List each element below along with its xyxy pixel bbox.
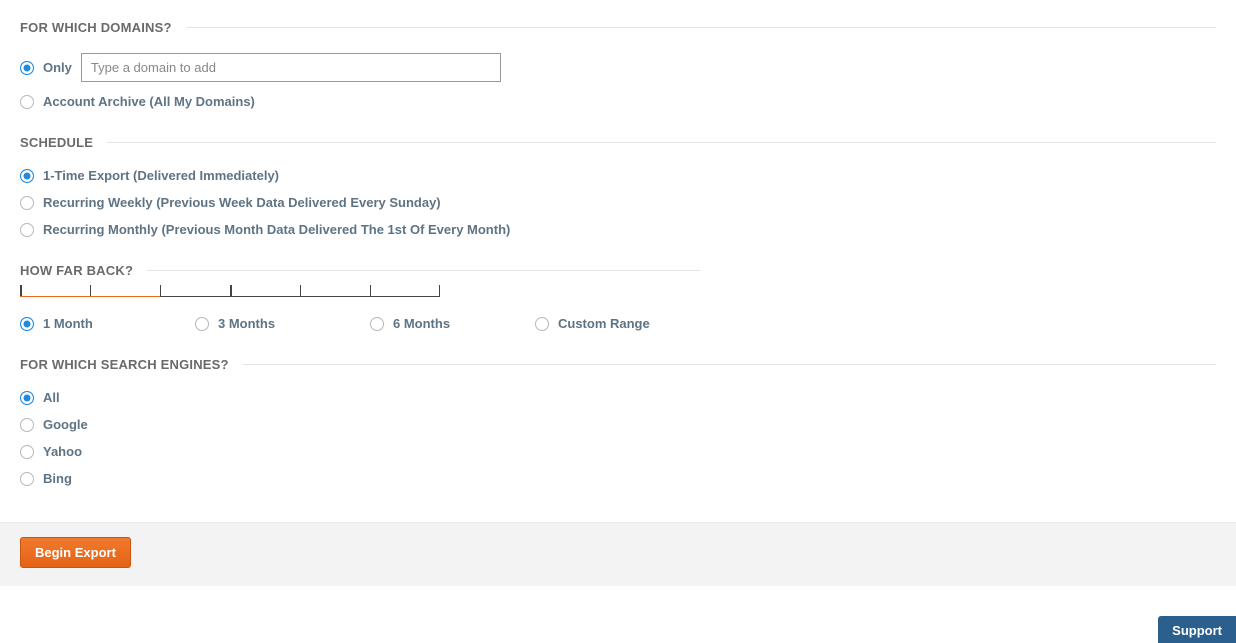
radio-google[interactable] bbox=[20, 418, 34, 432]
radio-custom[interactable] bbox=[535, 317, 549, 331]
radio-yahoo[interactable] bbox=[20, 445, 34, 459]
schedule-monthly-row: Recurring Monthly (Previous Month Data D… bbox=[20, 216, 1216, 243]
howfar-section: HOW FAR BACK? 1 Month 3 Months bbox=[20, 263, 700, 337]
begin-export-button[interactable]: Begin Export bbox=[20, 537, 131, 568]
howfar-legend: HOW FAR BACK? bbox=[20, 263, 147, 278]
radio-3months[interactable] bbox=[195, 317, 209, 331]
label-google[interactable]: Google bbox=[43, 417, 88, 432]
domains-legend: FOR WHICH DOMAINS? bbox=[20, 20, 186, 35]
label-onetime[interactable]: 1-Time Export (Delivered Immediately) bbox=[43, 168, 279, 183]
label-1month[interactable]: 1 Month bbox=[43, 316, 93, 331]
engines-google-row: Google bbox=[20, 411, 1216, 438]
label-3months[interactable]: 3 Months bbox=[218, 316, 275, 331]
engines-yahoo-row: Yahoo bbox=[20, 438, 1216, 465]
howfar-ruler[interactable] bbox=[20, 296, 440, 308]
label-all[interactable]: All bbox=[43, 390, 60, 405]
howfar-3m-row: 3 Months bbox=[195, 310, 370, 337]
radio-archive[interactable] bbox=[20, 95, 34, 109]
label-bing[interactable]: Bing bbox=[43, 471, 72, 486]
howfar-6m-row: 6 Months bbox=[370, 310, 535, 337]
domains-only-row: Only bbox=[20, 47, 1216, 88]
footer-bar: Begin Export bbox=[0, 522, 1236, 586]
label-archive[interactable]: Account Archive (All My Domains) bbox=[43, 94, 255, 109]
schedule-legend: SCHEDULE bbox=[20, 135, 107, 150]
domains-section: FOR WHICH DOMAINS? Only Account Archive … bbox=[20, 20, 1216, 115]
radio-1month[interactable] bbox=[20, 317, 34, 331]
howfar-fill bbox=[20, 296, 160, 298]
howfar-custom-row: Custom Range bbox=[535, 310, 650, 337]
howfar-1m-row: 1 Month bbox=[20, 310, 195, 337]
label-6months[interactable]: 6 Months bbox=[393, 316, 450, 331]
label-custom[interactable]: Custom Range bbox=[558, 316, 650, 331]
label-yahoo[interactable]: Yahoo bbox=[43, 444, 82, 459]
schedule-weekly-row: Recurring Weekly (Previous Week Data Del… bbox=[20, 189, 1216, 216]
schedule-onetime-row: 1-Time Export (Delivered Immediately) bbox=[20, 162, 1216, 189]
engines-legend: FOR WHICH SEARCH ENGINES? bbox=[20, 357, 243, 372]
schedule-section: SCHEDULE 1-Time Export (Delivered Immedi… bbox=[20, 135, 1216, 243]
label-monthly[interactable]: Recurring Monthly (Previous Month Data D… bbox=[43, 222, 510, 237]
radio-monthly[interactable] bbox=[20, 223, 34, 237]
radio-all[interactable] bbox=[20, 391, 34, 405]
radio-bing[interactable] bbox=[20, 472, 34, 486]
engines-bing-row: Bing bbox=[20, 465, 1216, 492]
howfar-ruler-wrap bbox=[20, 290, 700, 310]
support-tab[interactable]: Support bbox=[1158, 616, 1236, 643]
radio-only[interactable] bbox=[20, 61, 34, 75]
domain-input[interactable] bbox=[81, 53, 501, 82]
label-weekly[interactable]: Recurring Weekly (Previous Week Data Del… bbox=[43, 195, 441, 210]
radio-weekly[interactable] bbox=[20, 196, 34, 210]
domains-archive-row: Account Archive (All My Domains) bbox=[20, 88, 1216, 115]
engines-section: FOR WHICH SEARCH ENGINES? All Google Yah… bbox=[20, 357, 1216, 492]
radio-6months[interactable] bbox=[370, 317, 384, 331]
label-only[interactable]: Only bbox=[43, 60, 72, 75]
engines-all-row: All bbox=[20, 384, 1216, 411]
radio-onetime[interactable] bbox=[20, 169, 34, 183]
